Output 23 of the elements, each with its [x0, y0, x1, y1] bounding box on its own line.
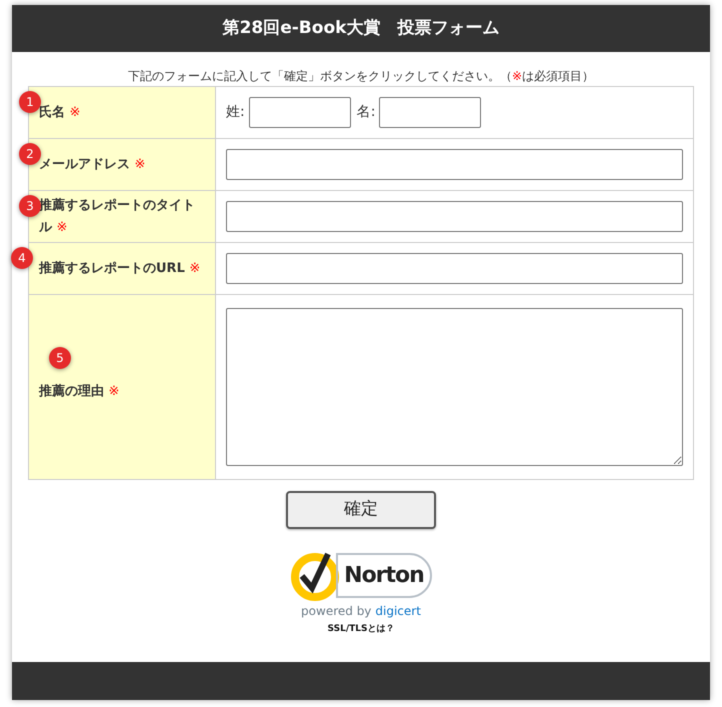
number-badge: 4 — [11, 247, 33, 269]
number-badge: 3 — [19, 195, 41, 217]
page-title: 第28回e-Book大賞 投票フォーム — [222, 16, 500, 40]
input-field[interactable] — [248, 97, 351, 128]
input-label: 名: — [356, 103, 376, 122]
number-badge: 5 — [49, 347, 71, 369]
ssl-link[interactable]: SSL/TLSとは？ — [328, 623, 394, 636]
norton-logo: Norton — [336, 552, 432, 598]
field-label: 氏名 ※ — [39, 104, 80, 122]
field-label: 推薦の理由 ※ — [39, 383, 120, 401]
input-field[interactable] — [226, 253, 683, 284]
input-field[interactable] — [226, 201, 683, 232]
submit-button[interactable]: 確定 — [286, 491, 436, 529]
input-field[interactable] — [226, 149, 683, 180]
field-label: メールアドレス ※ — [39, 156, 146, 174]
number-badge: 1 — [19, 91, 41, 113]
input-field[interactable] — [379, 97, 482, 128]
input-label: 姓: — [226, 103, 245, 122]
instruction-text: 下記のフォームに記入して「確定」ボタンをクリックしてください。（※は必須項目） — [128, 68, 594, 85]
field-label: 推薦するレポートのURL ※ — [39, 260, 200, 278]
number-badge: 2 — [19, 143, 41, 165]
digicert-logo: digicert — [375, 603, 421, 620]
powered-by-text: powered by — [301, 603, 372, 620]
